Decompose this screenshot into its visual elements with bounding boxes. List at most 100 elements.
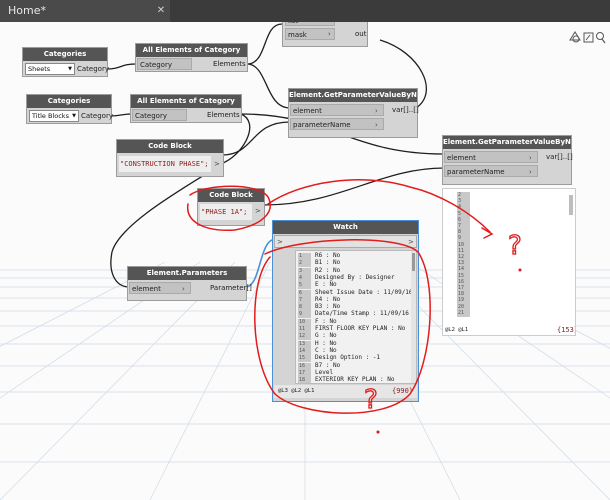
input-port-element[interactable]: element › [129,282,191,294]
wire-elements1-top [246,23,283,65]
graph-canvas[interactable]: list mask › in out Categories Sheets ▼ Ca… [0,22,610,500]
list-item-text: G : No [315,332,337,340]
wire-category2 [109,113,132,117]
watch-list-item: 18 EXTERIOR KEY PLAN : No [298,376,395,384]
tab-bar: Home* ✕ [0,0,610,22]
dropdown-arrow-icon: ▼ [72,113,76,119]
view-3d-icon[interactable] [569,31,581,43]
category-dropdown[interactable]: Sheets ▼ [25,63,75,75]
watch-scrollbar[interactable] [411,251,416,383]
list-item-text: B7 : No [315,361,341,369]
get-parameter-node-1[interactable]: Element.GetParameterValueByName element ›… [288,88,419,138]
output-port-elements[interactable]: Elements [213,58,246,70]
input-port-list[interactable]: list [285,22,335,26]
all-elements-node-2[interactable]: All Elements of Category Category Elemen… [130,94,242,123]
watch-output-list[interactable]: 1 R6 : No 2 B1 : No 3 R2 : No 4 Designed By : D… [295,250,417,384]
output-port-code[interactable]: > [255,205,261,217]
output-port-category[interactable]: Category [81,110,113,122]
output-port-parameter[interactable]: Parameter[] [210,282,252,294]
list-item-text: Sheet Issue Date : 11/09/16 [315,288,413,296]
filter-node-partial[interactable]: list mask › in out [282,22,368,47]
element-parameters-node[interactable]: Element.Parameters element › Parameter[] [127,266,252,301]
port-label: element [293,107,322,115]
code-block-node-2[interactable]: Code Block "PHASE 1A"; > [197,188,265,226]
output-port-in[interactable]: in [357,22,363,26]
node-title: Code Block [117,140,223,153]
code-text: "CONSTRUCTION PHASE"; [120,160,209,168]
list-item-text: H : No [315,339,337,347]
list-item-text: Design Option : -1 [315,354,381,362]
chevron-right-icon: › [529,154,532,162]
list-index: 21 [457,309,470,317]
port-label: Category [140,61,172,69]
node-title: Element.Parameters [128,267,246,280]
code-editor[interactable]: "PHASE 1A"; [200,204,252,220]
tab-close-button[interactable]: ✕ [154,0,168,22]
get-parameter-node-2[interactable]: Element.GetParameterValueByName element ›… [442,135,573,185]
watch-footer: @L3 @L2 @L1 {990} [274,385,417,398]
port-label: Category [135,112,167,120]
port-label: element [447,154,476,162]
code-editor[interactable]: "CONSTRUCTION PHASE"; [119,156,211,172]
output-port-category[interactable]: Category [77,63,109,75]
chevron-right-icon: › [529,168,532,176]
zoom-icon[interactable] [596,32,606,44]
code-block-node-1[interactable]: Code Block "CONSTRUCTION PHASE"; > [116,139,224,177]
chevron-right-icon: › [375,107,378,115]
tab-home[interactable]: Home* [0,0,170,22]
list-item-text: EXTERIOR KEY PLAN : No [315,376,395,384]
list-item-text: Designed By : Designer [315,273,395,281]
watch-node[interactable]: Watch > > 1 R6 : No 2 B1 : No 3 R2 : No 4 Desig… [272,220,419,402]
all-elements-node-1[interactable]: All Elements of Category Category Elemen… [135,43,248,72]
input-port-parametername[interactable]: parameterName › [444,165,538,177]
input-arrow-icon: > [277,238,283,246]
node-title: Element.GetParameterValueByName [443,136,571,149]
preview-list-item: 21 [457,309,474,317]
list-item-text: B3 : No [315,303,341,311]
input-port-element[interactable]: element › [290,104,384,116]
categories-node-titleblocks[interactable]: Categories Title Blocks ▼ Category [26,94,113,124]
port-label: parameterName [447,168,505,176]
preview-item-count: {153} [557,326,576,334]
node-title: Categories [23,48,107,61]
input-port-parametername[interactable]: parameterName › [290,118,384,130]
preview-scrollbar[interactable] [569,195,573,215]
node-title: Code Block [198,189,264,202]
node-output-preview[interactable]: 2 3 4 5 6 7 8 9 10 11 12 13 14 15 16 17 18 19 20 21 @L2 @L1… [442,188,576,336]
wire-codeblock1-getparam1 [221,121,291,156]
input-port-element[interactable]: element › [444,151,538,163]
output-port-var[interactable]: var[]..[] [392,104,419,116]
scrollbar-thumb[interactable] [412,253,415,271]
output-port-code[interactable]: > [214,158,220,170]
chevron-right-icon: › [375,121,378,129]
wire-codeblock2-getparam2 [263,167,445,206]
view-graph-icon[interactable] [583,32,594,43]
input-port-watch[interactable]: > > [274,235,417,248]
list-item-text: E : No [315,281,337,289]
dropdown-value: Sheets [28,65,51,73]
input-port-category[interactable]: Category [132,109,187,121]
chevron-right-icon: › [182,285,185,293]
category-dropdown[interactable]: Title Blocks ▼ [29,110,79,122]
node-title: Categories [27,95,111,108]
dropdown-arrow-icon: ▼ [68,66,72,72]
node-title: All Elements of Category [136,44,247,57]
port-label: list [288,22,298,27]
code-text: "PHASE 1A"; [201,208,248,216]
output-port-var[interactable]: var[]..[] [546,151,573,163]
node-title: All Elements of Category [131,95,241,108]
item-count: {990} [392,387,414,395]
list-item-text: R2 : No [315,266,341,274]
output-arrow-icon: > [408,238,414,246]
port-label: element [132,285,161,293]
output-port-elements[interactable]: Elements [207,109,240,121]
view-toolbar [566,27,610,49]
output-port-out[interactable]: out [355,28,366,40]
tab-title: Home* [8,4,46,17]
input-port-category[interactable]: Category [137,58,192,70]
categories-node-sheets[interactable]: Categories Sheets ▼ Category [22,47,109,77]
wire-category1 [105,63,137,70]
list-item-text: R4 : No [315,295,341,303]
list-item-text: Date/Time Stamp : 11/09/16 [315,310,409,318]
node-title: Watch [273,221,418,234]
